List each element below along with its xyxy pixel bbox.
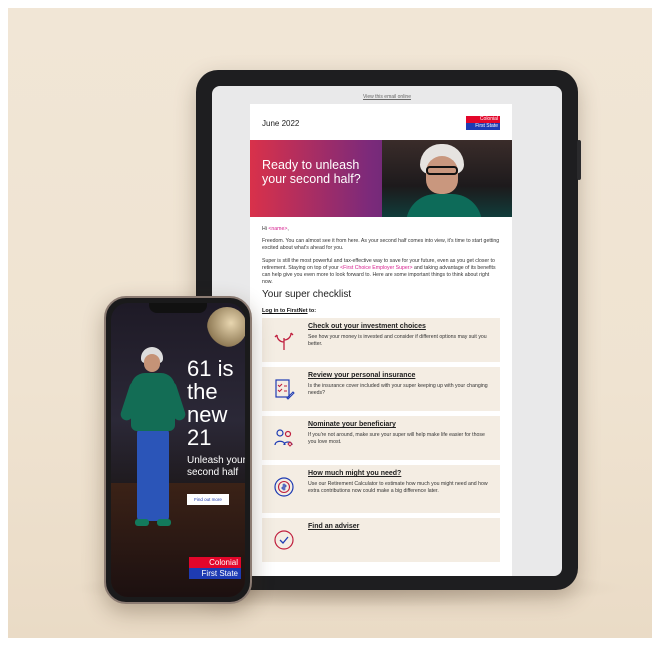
item-title[interactable]: How much might you need? — [308, 470, 401, 477]
login-line: Log in to FirstNet to: — [262, 308, 317, 314]
phone-headline: 61 is the new 21 — [187, 356, 234, 450]
product-merge-link[interactable]: <First Choice Employer Super> — [340, 265, 412, 271]
brand-logo-small: Colonial First State — [466, 116, 500, 130]
family-icon — [274, 429, 293, 447]
item-title[interactable]: Review your personal insurance — [308, 372, 415, 379]
phone-subline: Unleash your second half — [187, 455, 245, 478]
logo-line1: Colonial — [466, 116, 500, 123]
firstnet-login-link[interactable]: Log in to FirstNet — [262, 308, 308, 314]
checklist-item-calculator: How much might you need? Use our Retirem… — [262, 465, 500, 513]
name-merge-field: <name> — [268, 226, 288, 232]
model-figure-image — [119, 347, 187, 537]
checklist-item-adviser: Find an adviser — [262, 518, 500, 562]
item-description: If you're not around, make sure your sup… — [308, 432, 485, 445]
product-mockup-scene: View this email online June 2022 Colonia… — [8, 8, 652, 638]
checklist-item-investment: Check out your investment choices See ho… — [262, 318, 500, 362]
item-description: Use our Retirement Calculator to estimat… — [308, 481, 488, 494]
tablet-device: View this email online June 2022 Colonia… — [196, 70, 581, 590]
hero-title: Ready to unleash your second half? — [262, 158, 361, 186]
phone-notch — [149, 303, 207, 313]
stage-light — [207, 307, 245, 347]
intro-paragraph: Freedom. You can almost see it from here… — [262, 238, 500, 251]
logo-line2: First State — [189, 568, 241, 579]
calculator-dollar-icon — [274, 477, 294, 497]
tablet-screen: View this email online June 2022 Colonia… — [212, 86, 562, 576]
checklist-item-insurance: Review your personal insurance Is the in… — [262, 367, 500, 411]
view-online-link[interactable]: View this email online — [212, 94, 562, 100]
item-title[interactable]: Check out your investment choices — [308, 323, 426, 330]
hero-banner: Ready to unleash your second half? — [250, 140, 512, 217]
email-body: June 2022 Colonial First State Ready to … — [250, 104, 512, 576]
checklist-heading: Your super checklist — [262, 289, 352, 300]
phone-device: 61 is the new 21 Unleash your second hal… — [104, 296, 252, 604]
super-paragraph: Super is still the most powerful and tax… — [262, 258, 496, 285]
item-description: Is the insurance cover included with you… — [308, 383, 488, 396]
email-date: June 2022 — [262, 118, 300, 128]
brand-logo-large: Colonial First State — [189, 557, 241, 579]
tablet-side-button — [577, 140, 581, 180]
item-description: See how your money is invested and consi… — [308, 334, 487, 347]
document-checklist-icon — [275, 379, 295, 400]
checklist-item-beneficiary: Nominate your beneficiary If you're not … — [262, 416, 500, 460]
adviser-check-icon — [274, 530, 294, 550]
logo-line2: First State — [466, 123, 500, 130]
item-title[interactable]: Nominate your beneficiary — [308, 421, 396, 428]
email-header: June 2022 Colonial First State — [262, 114, 500, 132]
hero-portrait-image — [382, 140, 512, 217]
growth-plant-icon — [274, 332, 294, 350]
logo-line1: Colonial — [189, 557, 241, 568]
greeting: Hi <name>, — [262, 226, 289, 232]
item-title[interactable]: Find an adviser — [308, 523, 359, 530]
phone-screen: 61 is the new 21 Unleash your second hal… — [111, 303, 245, 597]
find-out-more-button[interactable]: Find out more — [187, 494, 229, 505]
